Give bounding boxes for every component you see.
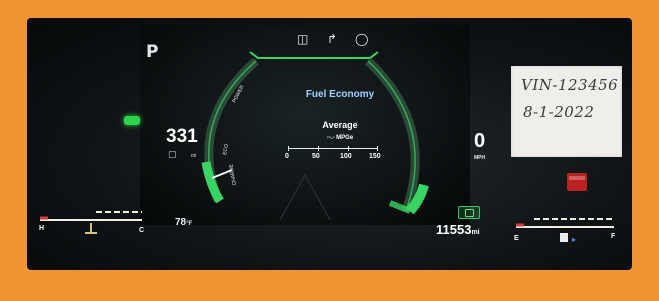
coolant-temp-gauge [40,211,142,234]
average-value: --.- MPGe [326,135,354,141]
range-value: 331 [166,126,198,147]
temp-hot-label: H [39,225,45,232]
ready-indicator-icon [124,116,140,125]
eco-label: ECO [222,144,230,156]
scale-tick [377,146,378,151]
charge-label: CHARGE [228,163,238,186]
scale-tick-label: 50 [312,153,320,160]
warning-indicator-icon [567,173,587,191]
fuel-economy-title: Fuel Economy [305,89,375,100]
ev-mode-icon [458,206,480,219]
temp-cold-label: C [139,227,145,234]
odometer-value: 11553 [436,222,472,237]
fuel-level-gauge: ▸ [516,218,614,244]
fuel-pump-icon: ▢ [168,150,177,160]
fuel-full-label: F [611,233,616,240]
speed-value: 0 [474,130,486,152]
average-label: Average [322,120,358,130]
scale-tick-label: 150 [369,153,381,160]
scale-tick-label: 0 [285,153,289,160]
vin-sticker: VIN-123456 8-1-2022 [511,66,622,157]
scale-tick-label: 100 [340,153,352,160]
svg-text:▸: ▸ [572,235,576,244]
outside-temperature: 78°F [175,217,192,228]
scale-tick [348,146,349,151]
odometer: 11553mi [436,222,480,237]
sticker-date-text: 8-1-2022 [523,103,595,121]
economy-scale [288,148,378,149]
range-unit: mi [191,153,197,159]
sticker-vin-text: VIN-123456 [521,76,619,94]
odometer-unit: mi [471,229,480,236]
temp-value: 78 [175,217,187,228]
scale-tick [288,146,289,151]
fuel-empty-label: E [514,235,519,242]
scale-tick [318,146,319,151]
speed-unit: MPH [474,155,486,161]
temp-unit: °F [186,221,193,227]
